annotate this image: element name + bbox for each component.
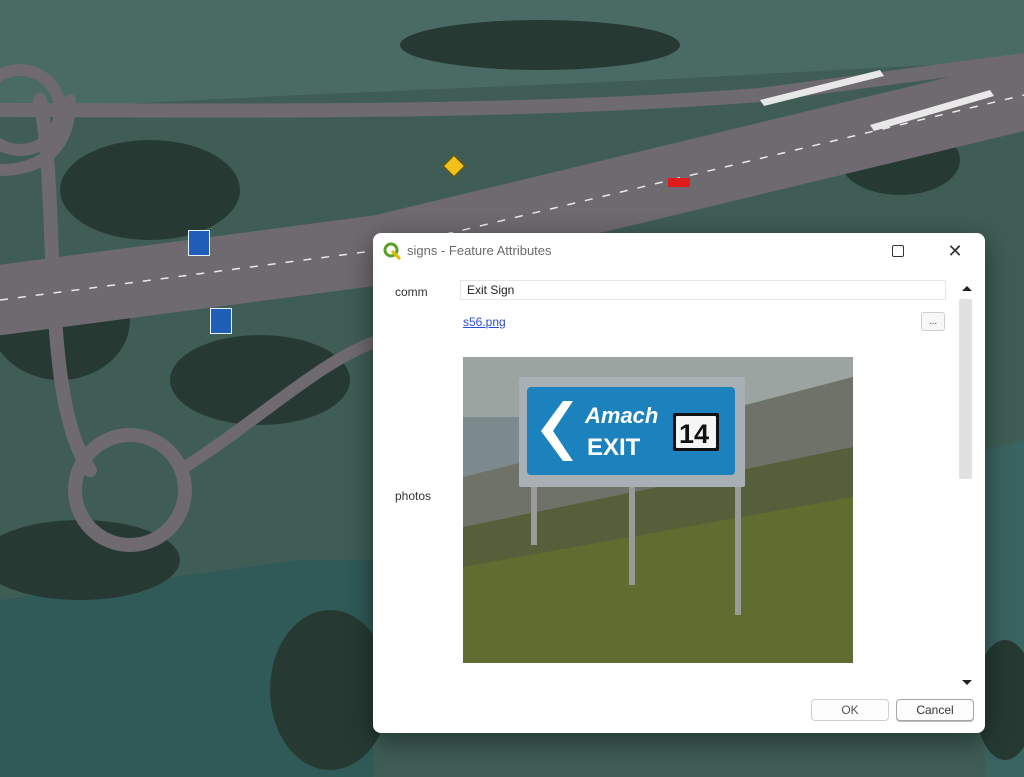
- blue-exit-sign-marker[interactable]: [188, 230, 210, 256]
- vertical-scrollbar[interactable]: [958, 277, 976, 693]
- photo-preview: Amach EXIT 14: [463, 357, 853, 663]
- sign-line1: Amach: [584, 403, 658, 428]
- maximize-button[interactable]: [883, 239, 913, 263]
- comm-label: comm: [395, 285, 428, 299]
- red-sign-marker[interactable]: [668, 178, 690, 187]
- scroll-up-icon[interactable]: [962, 286, 972, 291]
- ok-button[interactable]: OK: [811, 699, 889, 721]
- photos-label: photos: [395, 489, 432, 503]
- dialog-titlebar[interactable]: signs - Feature Attributes ✕: [373, 233, 985, 269]
- scroll-down-icon[interactable]: [962, 680, 972, 685]
- feature-attributes-dialog: signs - Feature Attributes ✕ comm s56.pn…: [373, 233, 985, 733]
- sign-line2: EXIT: [587, 434, 641, 461]
- comm-field[interactable]: [460, 280, 946, 300]
- scroll-thumb[interactable]: [959, 299, 972, 479]
- maximize-icon: [892, 245, 904, 257]
- sign-number: 14: [679, 419, 709, 449]
- close-icon: ✕: [947, 240, 963, 261]
- photo-file-link[interactable]: s56.png: [463, 315, 506, 329]
- close-button[interactable]: ✕: [940, 239, 970, 263]
- browse-button[interactable]: ...: [921, 312, 945, 331]
- qgis-logo-icon: [383, 242, 401, 260]
- cancel-button[interactable]: Cancel: [896, 699, 974, 721]
- blue-exit-sign-marker[interactable]: [210, 308, 232, 334]
- dialog-title: signs - Feature Attributes: [407, 243, 552, 258]
